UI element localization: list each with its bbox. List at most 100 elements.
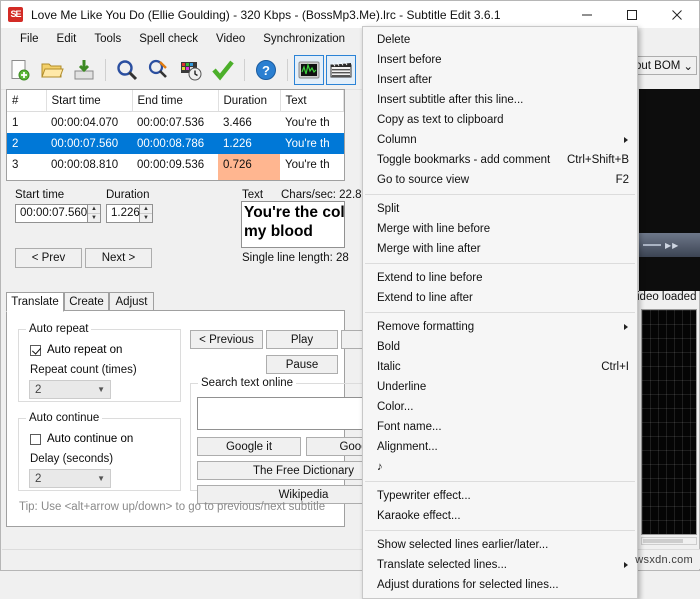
menu-item-insert-after[interactable]: Insert after (363, 70, 637, 90)
menu-item-extend-to-line-after[interactable]: Extend to line after (363, 288, 637, 308)
volume-slider[interactable] (643, 244, 661, 246)
menu-separator (365, 263, 635, 264)
tab-strip: Translate Create Adjust (6, 292, 345, 312)
duration-input[interactable]: 1.226 (106, 204, 140, 223)
column-header-number[interactable]: # (7, 90, 47, 112)
cell-end: 00:00:09.536 (137, 158, 205, 171)
tab-translate[interactable]: Translate (6, 292, 64, 312)
subtitle-text-line-1: You're the color o (244, 204, 345, 221)
menu-item-underline[interactable]: Underline (363, 377, 637, 397)
menu-item-color[interactable]: Color... (363, 397, 637, 417)
menu-item-italic[interactable]: Italic Ctrl+I (363, 357, 637, 377)
menu-item-remove-formatting[interactable]: Remove formatting (363, 317, 637, 337)
no-video-loaded-label: ideo loaded (637, 291, 697, 303)
menu-edit[interactable]: Edit (48, 30, 86, 48)
column-header-text[interactable]: Text (280, 90, 344, 112)
menu-item-translate-selected-lines[interactable]: Translate selected lines... (363, 555, 637, 575)
menu-video[interactable]: Video (207, 30, 254, 48)
table-row[interactable]: 4 00:00:09.560 00:00:09.786 0.226 You're… (7, 175, 344, 180)
cell-number: 3 (12, 158, 19, 171)
play-button[interactable]: Play (266, 330, 338, 349)
column-header-duration[interactable]: Duration (218, 90, 281, 112)
auto-continue-on-checkbox[interactable]: Auto continue on (30, 433, 133, 445)
subtitle-text-editor[interactable]: You're the color o my blood (241, 201, 345, 248)
new-file-icon[interactable] (5, 55, 35, 85)
duration-stepper[interactable]: ▲ ▼ (140, 204, 153, 223)
search-input[interactable] (197, 397, 372, 430)
video-controls[interactable]: ▶▶ (639, 233, 700, 257)
table-row[interactable]: 1 00:00:04.070 00:00:07.536 3.466 You're… (7, 112, 344, 134)
menu-tools[interactable]: Tools (85, 30, 130, 48)
menu-file[interactable]: File (11, 30, 48, 48)
play-pause-icon[interactable]: ▶▶ (665, 241, 679, 250)
menu-item-adjust-durations-for-selected-lines[interactable]: Adjust durations for selected lines... (363, 575, 637, 595)
scrollbar-thumb[interactable] (643, 539, 683, 543)
encoding-select[interactable]: out BOM ⌄ (631, 56, 697, 75)
search-caption: Search text online (198, 377, 297, 389)
table-row[interactable]: 3 00:00:08.810 00:00:09.536 0.726 You're… (7, 154, 344, 175)
open-file-icon[interactable] (37, 55, 67, 85)
menu-item-music-symbol[interactable]: ♪ (363, 457, 637, 477)
menu-separator (365, 481, 635, 482)
waveform-panel[interactable] (641, 309, 697, 535)
sync-timing-icon[interactable] (176, 55, 206, 85)
waveform-scrollbar[interactable] (641, 537, 697, 545)
minimize-icon[interactable] (564, 1, 609, 28)
help-icon[interactable]: ? (251, 55, 281, 85)
start-time-stepper[interactable]: ▲ ▼ (88, 204, 101, 223)
tip-text: Tip: Use <alt+arrow up/down> to go to pr… (19, 501, 326, 513)
menu-item-delete[interactable]: Delete (363, 30, 637, 50)
find-icon[interactable] (112, 55, 142, 85)
menu-item-toggle-bookmarks[interactable]: Toggle bookmarks - add comment Ctrl+Shift… (363, 150, 637, 170)
fix-common-errors-icon[interactable] (208, 55, 238, 85)
stepper-up-icon[interactable]: ▲ (88, 205, 100, 214)
menu-item-typewriter-effect[interactable]: Typewriter effect... (363, 486, 637, 506)
menu-item-label: Font name... (377, 421, 442, 433)
close-icon[interactable] (654, 1, 699, 28)
menu-item-label: Remove formatting (377, 321, 475, 333)
video-preview[interactable] (639, 89, 700, 291)
menu-synchronization[interactable]: Synchronization (254, 30, 354, 48)
submenu-arrow-icon (624, 562, 628, 568)
prev-button[interactable]: < Prev (15, 248, 82, 268)
toggle-waveform-icon[interactable] (294, 54, 324, 85)
toolbar-separator-2 (244, 58, 245, 81)
menu-item-bold[interactable]: Bold (363, 337, 637, 357)
delay-select[interactable]: 2 ▼ (29, 469, 111, 488)
menu-item-font-name[interactable]: Font name... (363, 417, 637, 437)
toggle-video-icon[interactable] (326, 54, 356, 85)
menu-item-split[interactable]: Split (363, 199, 637, 219)
menu-item-insert-subtitle-after-this-line[interactable]: Insert subtitle after this line... (363, 90, 637, 110)
auto-repeat-on-checkbox[interactable]: Auto repeat on (30, 344, 122, 356)
next-button[interactable]: Next > (85, 248, 152, 268)
menu-item-karaoke-effect[interactable]: Karaoke effect... (363, 506, 637, 526)
tab-adjust[interactable]: Adjust (109, 292, 154, 311)
menu-item-extend-to-line-before[interactable]: Extend to line before (363, 268, 637, 288)
replace-icon[interactable] (144, 55, 174, 85)
repeat-count-select[interactable]: 2 ▼ (29, 380, 111, 399)
column-header-end[interactable]: End time (132, 90, 219, 112)
menu-item-merge-with-line-after[interactable]: Merge with line after (363, 239, 637, 259)
previous-button[interactable]: < Previous (190, 330, 263, 349)
stepper-down-icon[interactable]: ▼ (140, 214, 152, 222)
menu-item-copy-as-text-to-clipboard[interactable]: Copy as text to clipboard (363, 110, 637, 130)
pause-button[interactable]: Pause (266, 355, 338, 374)
menu-item-column[interactable]: Column (363, 130, 637, 150)
menu-item-insert-before[interactable]: Insert before (363, 50, 637, 70)
column-header-start[interactable]: Start time (46, 90, 133, 112)
google-it-button[interactable]: Google it (197, 437, 301, 456)
menu-item-go-to-source-view[interactable]: Go to source view F2 (363, 170, 637, 190)
tab-create[interactable]: Create (64, 292, 109, 311)
table-row[interactable]: 2 00:00:07.560 00:00:08.786 1.226 You're… (7, 133, 344, 154)
save-file-icon[interactable] (69, 55, 99, 85)
menu-item-merge-with-line-before[interactable]: Merge with line before (363, 219, 637, 239)
menu-item-show-selected-lines-earlier-later[interactable]: Show selected lines earlier/later... (363, 535, 637, 555)
stepper-down-icon[interactable]: ▼ (88, 214, 100, 222)
menu-spell-check[interactable]: Spell check (130, 30, 207, 48)
start-time-input[interactable]: 00:00:07.560 (15, 204, 88, 223)
menu-item-alignment[interactable]: Alignment... (363, 437, 637, 457)
translate-tab-panel: Auto repeat Auto repeat on Repeat count … (6, 310, 430, 527)
stepper-up-icon[interactable]: ▲ (140, 205, 152, 214)
maximize-icon[interactable] (609, 1, 654, 28)
subtitle-list-view[interactable]: # Start time End time Duration Text 1 00… (6, 89, 345, 181)
